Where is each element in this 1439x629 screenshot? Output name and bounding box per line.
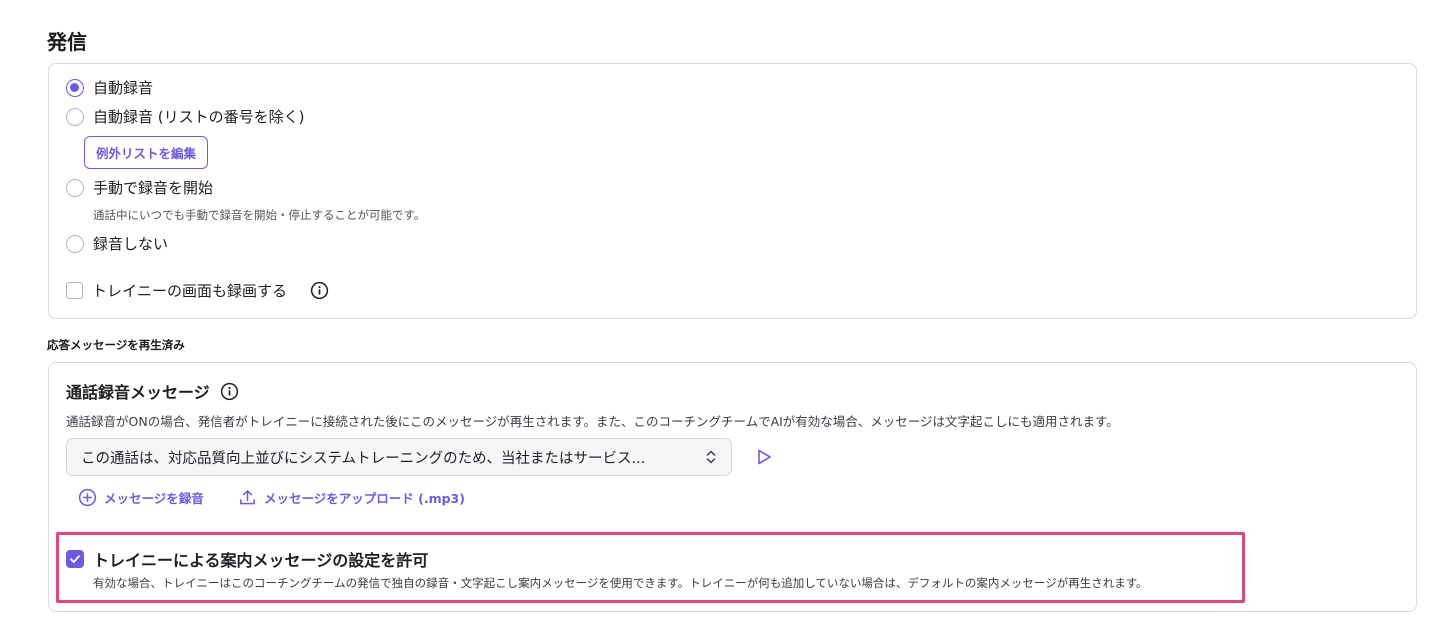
radio-button-checked[interactable]: [66, 78, 84, 97]
screen-record-checkbox[interactable]: [66, 282, 83, 299]
answer-message-heading: 応答メッセージを再生済み: [47, 338, 185, 352]
trainee-permission-description: 有効な場合、トレイニーはこのコーチングチームの発信で独自の録音・文字起こし案内メ…: [93, 576, 1148, 590]
info-icon[interactable]: [310, 281, 329, 300]
radio-button[interactable]: [66, 178, 84, 197]
radio-manual-record[interactable]: 手動で録音を開始: [66, 177, 213, 198]
message-title-row: 通話録音メッセージ: [66, 379, 239, 403]
radio-button[interactable]: [66, 107, 84, 126]
radio-button[interactable]: [66, 234, 84, 253]
trainee-permission-row[interactable]: トレイニーによる案内メッセージの設定を許可: [66, 547, 428, 571]
trainee-permission-checkbox[interactable]: [66, 550, 84, 568]
radio-label: 自動録音 (リストの番号を除く): [93, 108, 305, 126]
radio-label: 録音しない: [93, 235, 169, 253]
checkbox-label: トレイニーの画面も録画する: [92, 282, 288, 300]
info-icon[interactable]: [220, 382, 239, 401]
message-select[interactable]: この通話は、対応品質向上並びにシステムトレーニングのため、当社またはサービス..…: [66, 438, 732, 476]
message-select-value: この通話は、対応品質向上並びにシステムトレーニングのため、当社またはサービス..…: [81, 450, 646, 467]
radio-auto-record[interactable]: 自動録音: [66, 77, 153, 98]
trainee-permission-label: トレイニーによる案内メッセージの設定を許可: [93, 551, 429, 570]
radio-label: 自動録音: [93, 79, 154, 97]
message-description: 通話録音がONの場合、発信者がトレイニーに接続された後にこのメッセージが再生され…: [66, 414, 1119, 429]
upload-message-label: メッセージをアップロード (.mp3): [264, 491, 465, 506]
chevron-up-down-icon: [706, 450, 716, 464]
play-icon[interactable]: [755, 448, 773, 466]
screen-record-checkbox-row[interactable]: トレイニーの画面も録画する: [66, 280, 329, 301]
upload-message-link[interactable]: メッセージをアップロード (.mp3): [238, 488, 465, 507]
upload-icon: [240, 490, 255, 505]
check-icon: [70, 555, 80, 563]
radio-auto-record-except[interactable]: 自動録音 (リストの番号を除く): [66, 106, 304, 127]
plus-circle-icon: [78, 488, 97, 507]
section-title: 発信: [47, 30, 87, 54]
radio-no-record[interactable]: 録音しない: [66, 233, 168, 254]
message-title: 通話録音メッセージ: [66, 383, 210, 402]
manual-record-helper: 通話中にいつでも手動で録音を開始・停止することが可能です。: [93, 208, 426, 222]
record-message-label: メッセージを録音: [104, 491, 204, 506]
recording-options-card: 自動録音 自動録音 (リストの番号を除く) 例外リストを編集 手動で録音を開始 …: [48, 63, 1417, 319]
radio-label: 手動で録音を開始: [93, 179, 214, 197]
edit-exception-list-button[interactable]: 例外リストを編集: [84, 136, 209, 169]
record-message-link[interactable]: メッセージを録音: [78, 488, 204, 507]
